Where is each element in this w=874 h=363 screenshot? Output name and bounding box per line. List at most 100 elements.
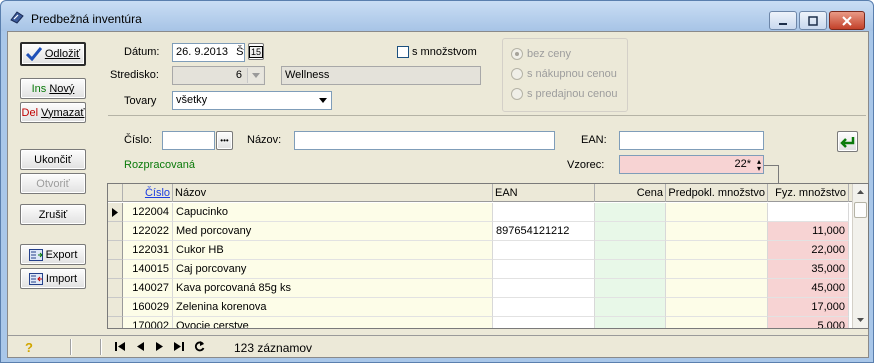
scroll-up-icon[interactable] xyxy=(854,185,867,198)
help-icon[interactable]: ? xyxy=(25,340,33,355)
cell-ean[interactable] xyxy=(493,260,595,279)
vertical-scrollbar[interactable] xyxy=(852,184,868,328)
cell-fyz[interactable]: 5,000 xyxy=(768,317,849,328)
mnozstvom-checkbox[interactable] xyxy=(397,46,409,58)
cell-cena[interactable] xyxy=(595,203,666,222)
cell-ean[interactable] xyxy=(493,241,595,260)
cell-fyz[interactable]: 45,000 xyxy=(768,279,849,298)
spin-icon[interactable]: ▴ ▾ xyxy=(757,158,761,173)
current-row-indicator[interactable] xyxy=(108,203,123,222)
radio-predajna-cena[interactable] xyxy=(511,88,523,100)
cislo-lookup-button[interactable]: ••• xyxy=(216,131,233,150)
odlozit-button[interactable]: Odložiť xyxy=(20,42,86,66)
cell-predpokl[interactable] xyxy=(666,222,768,241)
cell-cena[interactable] xyxy=(595,317,666,328)
cislo-field[interactable] xyxy=(162,131,215,150)
cell-ean[interactable] xyxy=(493,203,595,222)
table-row[interactable]: 140015 Caj porcovany 35,000 xyxy=(108,260,868,279)
radio-bez-ceny[interactable] xyxy=(511,48,523,60)
cell-nazov[interactable]: Caj porcovany xyxy=(173,260,493,279)
last-record-icon[interactable] xyxy=(174,342,184,354)
col-cena[interactable]: Cena xyxy=(595,184,666,202)
cell-ean[interactable]: 897654121212 xyxy=(493,222,595,241)
calendar-button[interactable]: 15 xyxy=(248,43,264,60)
cell-cislo[interactable]: 140027 xyxy=(123,279,173,298)
stredisko-field[interactable]: 6 xyxy=(172,66,265,85)
col-nazov[interactable]: Názov xyxy=(173,184,493,202)
next-record-icon[interactable] xyxy=(156,342,164,354)
tovary-value: všetky xyxy=(176,94,208,106)
nazov-field[interactable] xyxy=(294,131,555,150)
vzorec-field[interactable]: 22* ▴ ▾ xyxy=(619,155,764,174)
table-row[interactable]: 122022 Med porcovany 897654121212 11,000 xyxy=(108,222,868,241)
row-indicator[interactable] xyxy=(108,279,123,298)
vymazat-button[interactable]: Del Vymazať xyxy=(20,102,86,123)
cell-fyz[interactable]: 35,000 xyxy=(768,260,849,279)
maximize-button[interactable] xyxy=(799,11,827,30)
col-ean[interactable]: EAN xyxy=(493,184,595,202)
cell-fyz[interactable]: 17,000 xyxy=(768,298,849,317)
cell-cislo[interactable]: 170002 xyxy=(123,317,173,328)
import-button[interactable]: Import xyxy=(20,268,86,289)
close-button[interactable] xyxy=(829,11,865,30)
table-row[interactable]: 160029 Zelenina korenova 17,000 xyxy=(108,298,868,317)
cell-cena[interactable] xyxy=(595,241,666,260)
ukoncit-button[interactable]: Ukončiť xyxy=(20,149,86,170)
export-button[interactable]: Export xyxy=(20,244,86,265)
cell-cislo[interactable]: 122031 xyxy=(123,241,173,260)
row-indicator[interactable] xyxy=(108,222,123,241)
cell-fyz[interactable]: 22,000 xyxy=(768,241,849,260)
cell-cislo[interactable]: 140015 xyxy=(123,260,173,279)
cell-ean[interactable] xyxy=(493,317,595,328)
tovary-select[interactable]: všetky xyxy=(172,91,332,110)
cell-predpokl[interactable] xyxy=(666,298,768,317)
cell-predpokl[interactable] xyxy=(666,203,768,222)
cell-predpokl[interactable] xyxy=(666,260,768,279)
refresh-icon[interactable] xyxy=(194,341,205,355)
table-row[interactable]: 170002 Ovocie cerstve 5,000 xyxy=(108,317,868,328)
cell-cena[interactable] xyxy=(595,298,666,317)
row-indicator[interactable] xyxy=(108,298,123,317)
cell-predpokl[interactable] xyxy=(666,317,768,328)
col-fyz[interactable]: Fyz. množstvo xyxy=(768,184,849,202)
scroll-down-icon[interactable] xyxy=(854,313,867,326)
novy-button[interactable]: Ins Nový xyxy=(20,78,86,99)
row-indicator[interactable] xyxy=(108,317,123,328)
cell-cena[interactable] xyxy=(595,222,666,241)
col-cislo[interactable]: Číslo xyxy=(123,184,173,202)
scroll-thumb[interactable] xyxy=(854,202,867,218)
row-indicator[interactable] xyxy=(108,260,123,279)
ean-field[interactable] xyxy=(619,131,764,150)
cell-cislo[interactable]: 122004 xyxy=(123,203,173,222)
cell-nazov[interactable]: Capucinko xyxy=(173,203,493,222)
refresh-button[interactable] xyxy=(837,131,858,152)
zrusit-button[interactable]: Zrušiť xyxy=(20,204,86,225)
cell-ean[interactable] xyxy=(493,279,595,298)
cell-predpokl[interactable] xyxy=(666,279,768,298)
cell-cislo[interactable]: 160029 xyxy=(123,298,173,317)
otvorit-button[interactable]: Otvoriť xyxy=(20,173,86,194)
stredisko-dropdown-icon[interactable] xyxy=(247,68,263,83)
radio-nakupna-cena[interactable] xyxy=(511,68,523,80)
minimize-button[interactable] xyxy=(769,11,797,30)
cell-nazov[interactable]: Med porcovany xyxy=(173,222,493,241)
cell-fyz[interactable] xyxy=(768,203,849,222)
cell-cislo[interactable]: 122022 xyxy=(123,222,173,241)
cell-predpokl[interactable] xyxy=(666,241,768,260)
cell-cena[interactable] xyxy=(595,260,666,279)
first-record-icon[interactable] xyxy=(115,342,125,354)
cell-nazov[interactable]: Kava porcovaná 85g ks xyxy=(173,279,493,298)
table-row[interactable]: 122031 Cukor HB 22,000 xyxy=(108,241,868,260)
cell-nazov[interactable]: Zelenina korenova xyxy=(173,298,493,317)
table-row[interactable]: 122004 Capucinko xyxy=(108,203,868,222)
table-row[interactable]: 140027 Kava porcovaná 85g ks 45,000 xyxy=(108,279,868,298)
cell-cena[interactable] xyxy=(595,279,666,298)
row-indicator[interactable] xyxy=(108,241,123,260)
datum-field[interactable]: 26. 9.2013 Št xyxy=(172,43,245,62)
cell-nazov[interactable]: Cukor HB xyxy=(173,241,493,260)
col-predpokl[interactable]: Predpokl. množstvo xyxy=(666,184,768,202)
cell-ean[interactable] xyxy=(493,298,595,317)
cell-nazov[interactable]: Ovocie cerstve xyxy=(173,317,493,328)
cell-fyz[interactable]: 11,000 xyxy=(768,222,849,241)
prev-record-icon[interactable] xyxy=(136,342,144,354)
